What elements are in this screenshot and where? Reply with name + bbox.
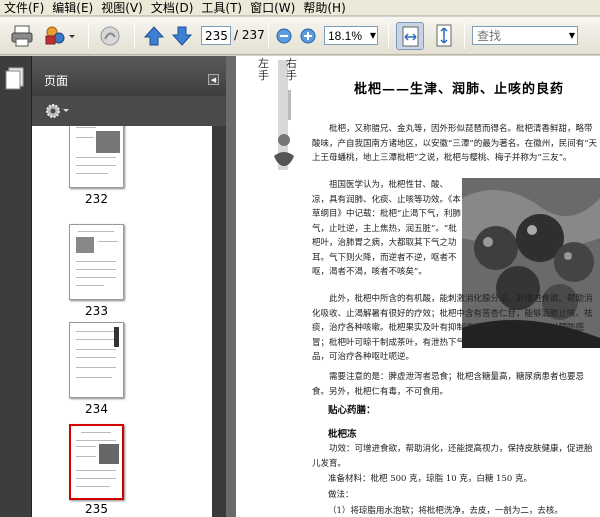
thumbnail-page[interactable] — [69, 224, 124, 300]
menu-bar: 文件(F) 编辑(E) 视图(V) 文档(D) 工具(T) 窗口(W) 帮助(H… — [0, 0, 600, 16]
zoom-out-button[interactable] — [274, 22, 294, 50]
paragraph-4: 需要注意的是：脾虚泄泻者忌食；枇杷含糖量高，糖尿病患者也要忌食。另外，枇杷仁有毒… — [312, 372, 585, 397]
zoom-in-button[interactable] — [298, 22, 318, 50]
decorative-text-right: 右手 — [286, 57, 297, 82]
recipe-title: 枇杷冻 — [328, 429, 357, 440]
fit-width-icon — [402, 26, 419, 47]
paragraph-2: 祖国医学认为，枇杷性甘、酸、凉，具有润肺、化痰、止咳等功效。《本草纲目》中记载：… — [312, 180, 461, 277]
menu-document[interactable]: 文档(D) — [147, 0, 198, 16]
zoom-out-icon — [276, 28, 292, 44]
tips-heading: 贴心药膳： — [328, 405, 376, 416]
document-title: 枇杷——生津、润肺、止咳的良药 — [354, 82, 565, 97]
search-input[interactable] — [472, 26, 578, 45]
sign-icon — [100, 26, 120, 46]
gear-icon[interactable] — [44, 102, 70, 120]
zoom-in-icon — [300, 28, 316, 44]
arrow-up-icon — [143, 26, 165, 46]
pages-panel-icon[interactable] — [0, 64, 32, 104]
print-button[interactable] — [8, 22, 36, 50]
menu-window[interactable]: 窗口(W) — [246, 0, 299, 16]
thumbnail-label: 232 — [85, 192, 108, 206]
panel-title: 页面 — [44, 74, 69, 88]
panel-header: 页面 ◀ — [32, 56, 226, 96]
recipe-ingredients: 准备材料：枇杷 500 克，琼脂 10 克，白糖 150 克。 — [328, 474, 532, 484]
recipe-efficacy: 功效：可增进食欲，帮助消化，还能提高视力，保持皮肤健康，促进胎儿发育。 — [312, 444, 593, 469]
paragraph-3: 此外，枇杷中所含的有机酸，能刺激消化腺分泌，对增进食欲、帮助消化吸收、止渴解暑有… — [312, 294, 593, 362]
collaborate-icon — [45, 26, 75, 45]
document-gutter — [226, 56, 236, 517]
toolbar: / 237 ▼ ▼ — [0, 17, 600, 55]
previous-page-button[interactable] — [142, 22, 170, 50]
printer-icon — [11, 25, 33, 47]
search-dropdown-icon[interactable]: ▼ — [567, 27, 577, 44]
document-page: 左手 右手 枇杷——生津、润肺、止咳的良药 枇杷，又称腊兄、金丸等，因外形似琵琶… — [236, 56, 600, 517]
fit-page-button[interactable] — [430, 22, 458, 50]
thumbnail-page[interactable] — [69, 322, 124, 398]
menu-file[interactable]: 文件(F) — [0, 0, 48, 16]
decorative-text-left: 左手 — [258, 57, 269, 82]
menu-tools[interactable]: 工具(T) — [197, 0, 246, 16]
thumbnail-label: 235 — [85, 502, 108, 516]
panel-options-bar — [32, 96, 226, 126]
paragraph-1: 枇杷，又称腊兄、金丸等，因外形似琵琶而得名。枇杷清香鲜甜，略带酸味，产自我国南方… — [312, 124, 598, 163]
menu-help[interactable]: 帮助(H) — [299, 0, 349, 16]
navigation-strip — [0, 56, 32, 517]
thumbnail-label: 233 — [85, 304, 108, 318]
recipe-step-1: （1）将琼脂用水泡软；将枇杷洗净，去皮，一剖为二，去核。 — [328, 506, 563, 516]
thumbnail-list: 232 233 234 235 — [32, 126, 212, 517]
page-number-input[interactable] — [201, 26, 231, 45]
recipe-method-label: 做法： — [328, 490, 354, 500]
thumbnail-label: 234 — [85, 402, 108, 416]
zoom-dropdown-icon[interactable]: ▼ — [368, 27, 378, 44]
collapse-panel-button[interactable]: ◀ — [208, 74, 219, 85]
thumbnail-page[interactable] — [69, 126, 124, 188]
pages-panel: 页面 ◀ 232 233 234 235 — [32, 56, 226, 517]
fit-width-button[interactable] — [396, 22, 424, 50]
arrow-down-icon — [171, 26, 193, 46]
fit-page-icon — [436, 24, 452, 47]
thumbnail-page-selected[interactable] — [69, 424, 124, 500]
sign-button[interactable] — [96, 22, 124, 50]
menu-view[interactable]: 视图(V) — [97, 0, 147, 16]
page-total: / 237 — [234, 28, 265, 42]
thumbnail-scrollbar[interactable] — [212, 126, 226, 517]
next-page-button[interactable] — [170, 22, 198, 50]
menu-edit[interactable]: 编辑(E) — [48, 0, 97, 16]
collaborate-button[interactable] — [42, 22, 75, 50]
